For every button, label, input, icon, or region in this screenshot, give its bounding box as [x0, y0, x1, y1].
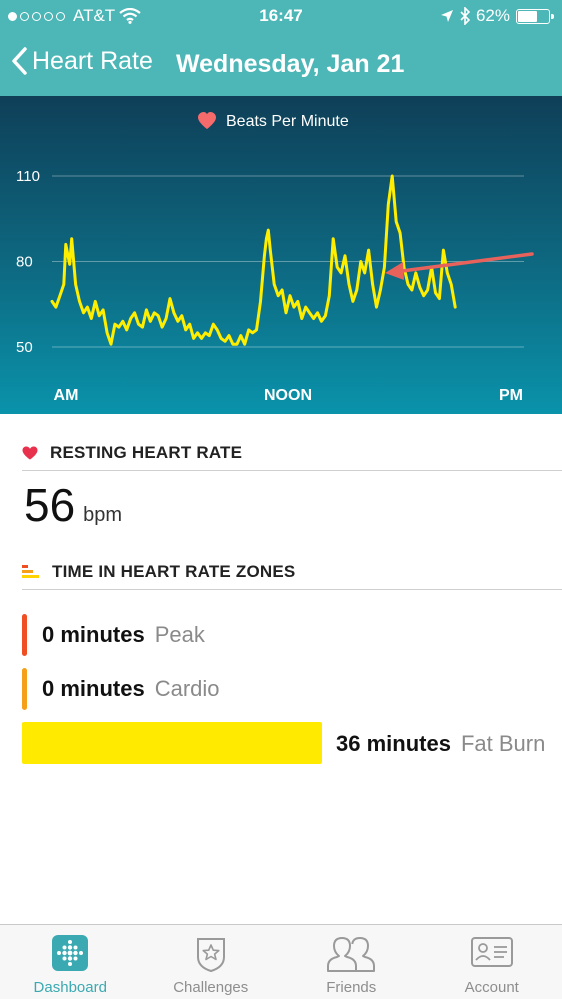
- resting-heart-rate-value: 56 bpm: [24, 478, 122, 532]
- back-label: Heart Rate: [32, 46, 153, 75]
- battery-percent: 62%: [475, 6, 510, 25]
- y-axis-labels: 110 80 50: [16, 168, 40, 356]
- heart-rate-zones-header: TIME IN HEART RATE ZONES: [22, 554, 562, 590]
- tab-friends-label: Friends: [326, 979, 377, 996]
- tab-account[interactable]: Account: [422, 925, 562, 999]
- y-tick-label: 110: [16, 168, 40, 185]
- resting-heart-rate-title: RESTING HEART RATE: [50, 442, 243, 462]
- status-right: 62%: [440, 6, 554, 26]
- tab-dashboard[interactable]: Dashboard: [0, 925, 141, 999]
- heart-rate-line: [50, 174, 457, 346]
- tab-challenges-label: Challenges: [173, 979, 249, 996]
- tab-friends[interactable]: Friends: [281, 925, 422, 999]
- cardio-zone-name: Cardio: [154, 676, 220, 701]
- nav-header: Heart Rate Wednesday, Jan 21: [0, 32, 562, 96]
- tab-challenges[interactable]: Challenges: [141, 925, 282, 999]
- fat-burn-zone-name: Fat Burn: [460, 731, 546, 756]
- peak-zone-bar: [22, 614, 27, 656]
- zone-row-fat-burn: 36 minutes Fat Burn: [336, 731, 545, 757]
- chart-title: Beats Per Minute: [226, 113, 349, 130]
- zone-row-cardio: 0 minutes Cardio: [22, 668, 220, 710]
- resting-bpm-unit: bpm: [83, 504, 123, 526]
- cardio-zone-bar: [22, 668, 27, 710]
- tab-bar: Dashboard Challenges Friends Account: [0, 924, 562, 999]
- peak-zone-minutes: 0 minutes: [42, 622, 145, 647]
- page-title: Wednesday, Jan 21: [176, 50, 405, 78]
- peak-zone-name: Peak: [154, 622, 205, 647]
- status-bar: AT&T 16:47 62%: [0, 0, 562, 32]
- chart-legend: Beats Per Minute: [198, 112, 349, 130]
- y-tick-label: 80: [16, 254, 33, 271]
- fat-burn-zone-minutes: 36 minutes: [336, 731, 451, 756]
- chart-canvas: Beats Per Minute 110 80 50 AM NOON PM: [16, 112, 534, 404]
- location-arrow-icon: [440, 10, 453, 22]
- heart-icon: [22, 446, 38, 459]
- battery-icon: [516, 8, 554, 24]
- x-tick-label: PM: [499, 387, 523, 404]
- tab-dashboard-label: Dashboard: [33, 979, 107, 996]
- resting-heart-rate-header: RESTING HEART RATE: [22, 435, 562, 471]
- account-icon: [470, 937, 513, 967]
- cardio-zone-minutes: 0 minutes: [42, 676, 145, 701]
- x-axis-labels: AM NOON PM: [54, 387, 523, 404]
- resting-bpm-number: 56: [24, 479, 76, 531]
- dashboard-icon: [52, 935, 89, 971]
- bluetooth-icon: [460, 7, 470, 25]
- zone-row-peak: 0 minutes Peak: [22, 614, 205, 656]
- challenges-icon: [196, 938, 225, 973]
- x-tick-label: AM: [54, 387, 79, 404]
- heart-rate-zones-title: TIME IN HEART RATE ZONES: [52, 561, 296, 581]
- x-tick-label: NOON: [264, 387, 312, 404]
- chevron-left-icon: [12, 47, 27, 75]
- back-button[interactable]: Heart Rate: [10, 46, 153, 76]
- battery-fill: [518, 10, 537, 22]
- heart-rate-chart: Beats Per Minute 110 80 50 AM NOON PM: [0, 96, 562, 414]
- heart-icon: [198, 112, 216, 129]
- tab-account-label: Account: [464, 979, 519, 996]
- y-tick-label: 50: [16, 339, 33, 356]
- zones-icon: [22, 564, 39, 578]
- friends-icon: [327, 937, 376, 972]
- fat-burn-zone-bar: [22, 722, 322, 764]
